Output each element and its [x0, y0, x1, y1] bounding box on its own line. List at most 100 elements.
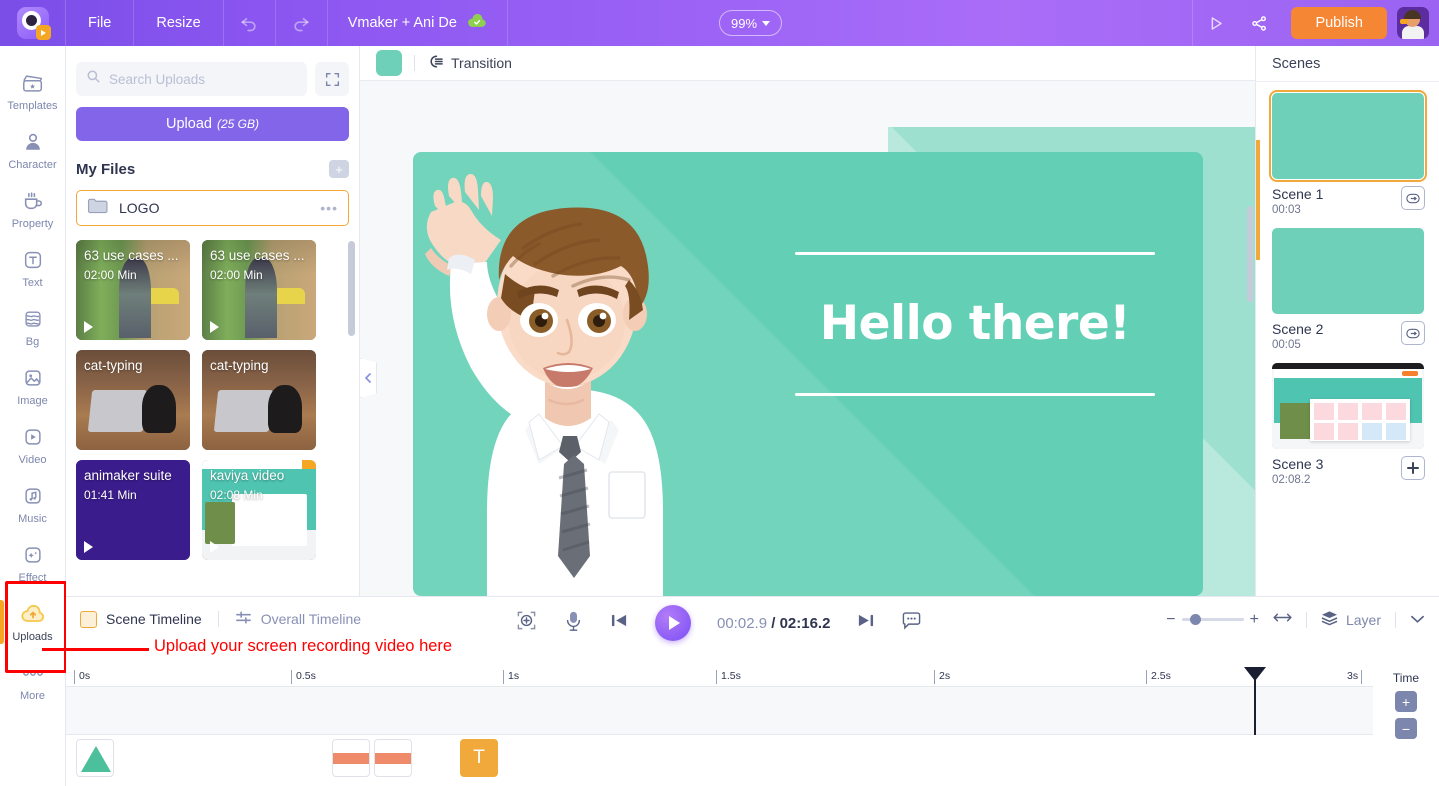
expand-icon[interactable]	[315, 62, 349, 96]
sidebar-item-video[interactable]: Video	[0, 416, 66, 475]
timeline-zoom-slider[interactable]: − +	[1166, 611, 1259, 629]
sidebar-item-property[interactable]: Property	[0, 180, 66, 239]
scene-name: Scene 2	[1272, 321, 1324, 337]
scene-thumbnail[interactable]	[1272, 363, 1424, 449]
chevron-down-icon[interactable]	[1410, 611, 1425, 629]
tab-overall-timeline[interactable]: Overall Timeline	[235, 609, 361, 629]
sidebar-label: Image	[17, 395, 48, 407]
tab-scene-timeline[interactable]: Scene Timeline	[80, 610, 202, 628]
sidebar-label: Effect	[18, 572, 47, 584]
slider-knob[interactable]	[1189, 614, 1201, 625]
timeline-object-image-1[interactable]	[332, 739, 370, 777]
scene-name: Scene 1	[1272, 186, 1324, 202]
folder-item-logo[interactable]: LOGO •••	[76, 190, 349, 226]
annotation-text: Upload your screen recording video here	[154, 637, 453, 655]
app-logo[interactable]	[0, 0, 66, 46]
transition-button[interactable]: Transition	[427, 54, 512, 72]
time-increase-button[interactable]: +	[1395, 691, 1417, 712]
menu-resize[interactable]: Resize	[134, 0, 224, 46]
share-icon[interactable]	[1237, 0, 1281, 46]
image-thumb-icon	[375, 753, 411, 764]
uploads-scrollbar[interactable]	[348, 241, 355, 336]
search-box[interactable]	[76, 62, 307, 96]
scene-color-swatch[interactable]	[376, 50, 402, 76]
upload-button[interactable]: Upload (25 GB)	[76, 107, 349, 141]
sidebar-item-templates[interactable]: Templates	[0, 62, 66, 121]
add-scene-icon[interactable]	[1401, 456, 1425, 480]
panel-collapse-button[interactable]	[360, 358, 377, 398]
timeline-tabs: Scene Timeline Overall Timeline	[80, 609, 361, 629]
media-thumbnail[interactable]: cat-typing	[76, 350, 190, 450]
sidebar-label: Uploads	[12, 631, 53, 643]
undo-icon[interactable]	[224, 0, 276, 46]
ruler-tick: 1s	[503, 670, 519, 684]
media-thumbnail[interactable]: animaker suite 01:41 Min	[76, 460, 190, 560]
total-time: 02:16.2	[779, 614, 831, 632]
sidebar-item-bg[interactable]: Bg	[0, 298, 66, 357]
play-icon[interactable]	[84, 321, 93, 333]
fit-to-screen-icon[interactable]	[516, 610, 537, 636]
next-frame-icon[interactable]	[856, 612, 875, 634]
zoom-level-selector[interactable]: 99%	[719, 10, 783, 36]
sidebar-item-uploads[interactable]: Uploads	[0, 593, 66, 652]
upload-quota: (25 GB)	[216, 117, 259, 131]
hello-text-block[interactable]: Hello there!	[795, 252, 1155, 396]
text-icon	[20, 248, 46, 272]
timeline-right-controls: − + Layer	[1166, 610, 1425, 629]
character-illustration[interactable]	[413, 152, 713, 596]
text-rule-top	[795, 252, 1155, 255]
publish-button[interactable]: Publish	[1291, 7, 1387, 39]
chevron-down-icon	[762, 20, 771, 26]
tab-label: Overall Timeline	[260, 611, 362, 627]
scene-thumbnail[interactable]	[1269, 90, 1427, 182]
text-rule-bottom	[795, 393, 1155, 396]
scene-thumbnail[interactable]	[1272, 228, 1424, 314]
sidebar-label: More	[19, 690, 46, 702]
timeline-object-image-2[interactable]	[374, 739, 412, 777]
resize-horizontal-icon[interactable]	[1273, 611, 1292, 629]
folder-menu-icon[interactable]: •••	[320, 200, 338, 216]
zoom-out-button[interactable]: −	[1166, 611, 1175, 629]
timeline-playhead[interactable]	[1244, 667, 1266, 742]
play-icon[interactable]	[210, 541, 219, 553]
sidebar-item-music[interactable]: Music	[0, 475, 66, 534]
play-button[interactable]	[655, 605, 691, 641]
subtitles-icon[interactable]	[901, 611, 922, 635]
sidebar-item-character[interactable]: Character	[0, 121, 66, 180]
search-input[interactable]	[109, 71, 297, 87]
media-thumbnail[interactable]: 63 use cases ... 02:00 Min	[202, 240, 316, 340]
sidebar-item-more[interactable]: More	[0, 652, 66, 711]
canvas-scrollbar[interactable]	[1247, 206, 1253, 302]
link-scene-icon[interactable]	[1401, 321, 1425, 345]
previous-frame-icon[interactable]	[610, 612, 629, 634]
sidebar-item-image[interactable]: Image	[0, 357, 66, 416]
sidebar-item-text[interactable]: Text	[0, 239, 66, 298]
play-icon[interactable]	[210, 321, 219, 333]
menu-file[interactable]: File	[66, 0, 135, 46]
layer-button[interactable]: Layer	[1321, 610, 1381, 629]
user-avatar[interactable]	[1397, 7, 1429, 39]
scenes-list: Scene 1 00:03 Scene 2 00:05 Scene 3 02:0…	[1256, 82, 1439, 486]
timeline-object-text[interactable]: T	[460, 739, 498, 777]
slider-track[interactable]	[1181, 614, 1244, 625]
timeline-track-area[interactable]	[66, 687, 1373, 735]
media-thumbnail[interactable]: 63 use cases ... 02:00 Min	[76, 240, 190, 340]
sidebar-item-effect[interactable]: Effect	[0, 534, 66, 593]
project-title-group[interactable]: Vmaker + Ani De	[328, 0, 508, 46]
play-icon[interactable]	[84, 541, 93, 553]
timeline-object-triangle[interactable]	[76, 739, 114, 777]
redo-icon[interactable]	[276, 0, 328, 46]
preview-play-icon[interactable]	[1193, 0, 1237, 46]
templates-icon	[20, 71, 46, 95]
link-scene-icon[interactable]	[1401, 186, 1425, 210]
zoom-in-button[interactable]: +	[1250, 611, 1259, 629]
media-thumbnail[interactable]: cat-typing	[202, 350, 316, 450]
add-folder-button[interactable]: +	[329, 160, 349, 178]
time-decrease-button[interactable]: −	[1395, 718, 1417, 739]
scene-canvas[interactable]: Hello there!	[413, 152, 1203, 596]
media-thumbnail[interactable]: kaviya video 02:08 Min	[202, 460, 316, 560]
timeline-ruler[interactable]: 0s 0.5s 1s 1.5s 2s 2.5s 3s	[66, 668, 1373, 687]
property-icon	[20, 189, 46, 213]
record-voice-icon[interactable]	[563, 610, 584, 637]
folder-name: LOGO	[119, 200, 160, 216]
